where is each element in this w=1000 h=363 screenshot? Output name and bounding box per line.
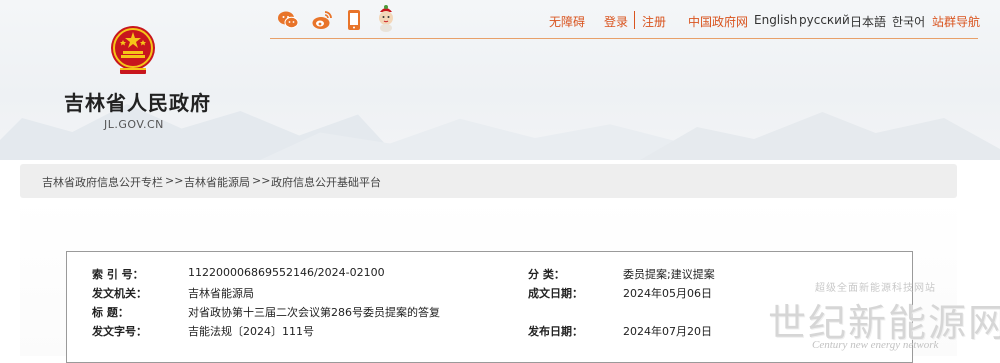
title-label: 标 题： — [92, 306, 129, 319]
publish-date-value: 2024年07月20日 — [623, 325, 712, 338]
lang-russian-link[interactable]: русский — [799, 13, 850, 27]
weibo-icon[interactable] — [311, 9, 333, 31]
title-value: 对省政协第十三届二次会议第286号委员提案的答复 — [188, 306, 440, 319]
category-value: 委员提案;建议提案 — [623, 268, 715, 281]
issuer-label: 发文机关： — [92, 287, 147, 300]
lang-japanese-link[interactable]: 日本語 — [850, 13, 886, 30]
date-written-label: 成文日期： — [528, 287, 583, 300]
national-emblem-icon[interactable] — [108, 24, 158, 76]
lang-english-link[interactable]: English — [754, 13, 797, 27]
date-written-value: 2024年05月06日 — [623, 287, 712, 300]
watermark-subtitle: Century new energy network — [812, 339, 939, 351]
china-gov-link[interactable]: 中国政府网 — [688, 13, 748, 30]
index-value: 112200006869552146/2024-02100 — [188, 266, 385, 279]
breadcrumb-separator: >> — [165, 174, 184, 187]
breadcrumb-item-platform[interactable]: 政府信息公开基础平台 — [271, 174, 381, 190]
login-link[interactable]: 登录 — [604, 13, 628, 30]
doc-number-value: 吉能法规〔2024〕111号 — [188, 325, 314, 338]
index-label: 索 引 号： — [92, 268, 144, 281]
sitemap-link[interactable]: 站群导航 — [932, 13, 980, 30]
doc-number-label: 发文字号： — [92, 325, 147, 338]
mascot-icon[interactable] — [374, 4, 398, 32]
mobile-icon[interactable] — [346, 9, 362, 31]
breadcrumb-item-energy-bureau[interactable]: 吉林省能源局 — [184, 174, 250, 190]
breadcrumb-separator: >> — [252, 174, 271, 187]
wechat-icon[interactable] — [277, 9, 299, 31]
site-domain: JL.GOV.CN — [104, 118, 164, 131]
lang-korean-link[interactable]: 한국어 — [892, 13, 925, 30]
divider — [634, 11, 635, 29]
breadcrumb: 吉林省政府信息公开专栏 >> 吉林省能源局 >> 政府信息公开基础平台 — [20, 164, 957, 198]
site-title[interactable]: 吉林省人民政府 — [64, 87, 211, 116]
category-label: 分 类： — [528, 268, 565, 281]
breadcrumb-item-open-info[interactable]: 吉林省政府信息公开专栏 — [42, 174, 163, 190]
mountain-decoration — [640, 112, 1000, 160]
publish-date-label: 发布日期： — [528, 325, 583, 338]
top-bar: 无障碍 登录 注册 中国政府网 English русский 日本語 한국어 … — [270, 0, 980, 39]
issuer-value: 吉林省能源局 — [188, 287, 254, 300]
register-link[interactable]: 注册 — [642, 13, 666, 30]
accessibility-link[interactable]: 无障碍 — [549, 13, 585, 30]
